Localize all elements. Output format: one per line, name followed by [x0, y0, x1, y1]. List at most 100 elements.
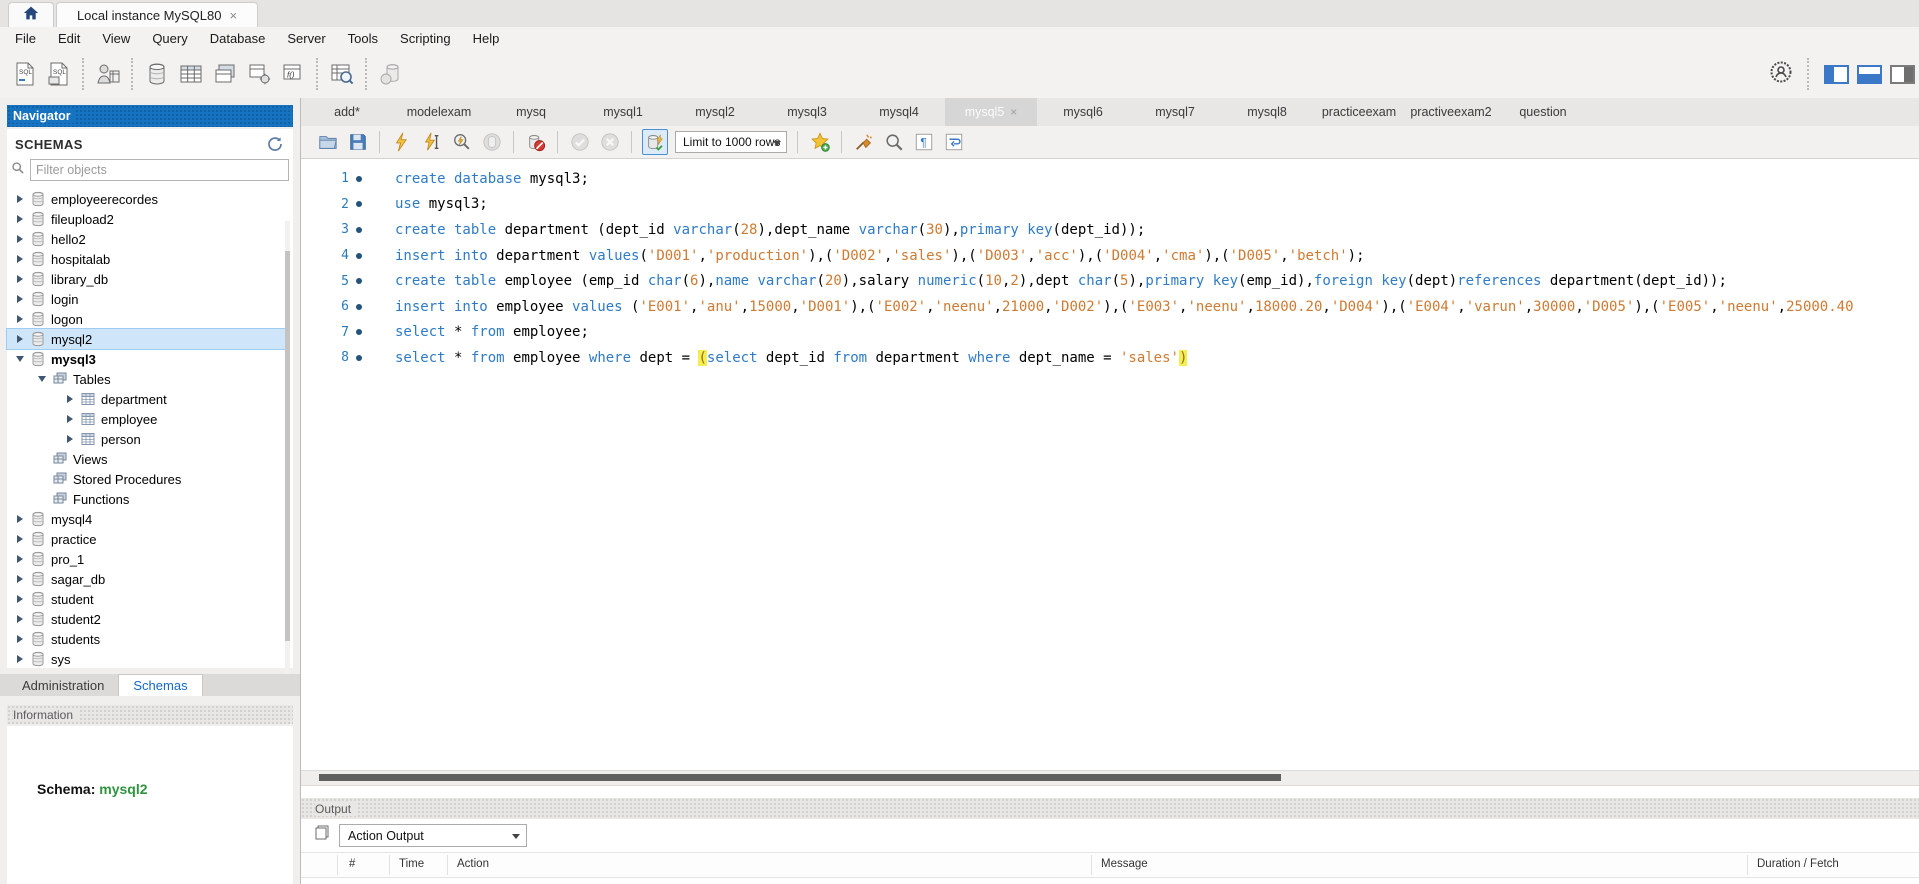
menu-query[interactable]: Query [141, 29, 198, 48]
beautify-icon[interactable] [852, 130, 876, 154]
query-tab-question[interactable]: question [1497, 98, 1589, 126]
sql-line-7[interactable]: 7 select * from employee; [301, 320, 1919, 346]
expand-arrow-icon[interactable] [15, 595, 25, 603]
open-sql-script-icon[interactable]: SQL [44, 59, 74, 89]
sidebar-item-person[interactable]: person [7, 429, 285, 449]
menu-view[interactable]: View [91, 29, 141, 48]
query-tab-modelexam[interactable]: modelexam [393, 98, 485, 126]
execute-current-icon[interactable] [420, 130, 444, 154]
expand-arrow-icon[interactable] [15, 555, 25, 563]
create-function-icon[interactable]: f() [278, 59, 308, 89]
toggle-invisible-chars-icon[interactable]: ¶ [912, 130, 936, 154]
expand-arrow-icon[interactable] [15, 615, 25, 623]
expand-arrow-icon[interactable] [15, 195, 25, 203]
collapse-arrow-icon[interactable] [15, 356, 25, 362]
create-table-icon[interactable] [176, 59, 206, 89]
filter-objects-input[interactable] [30, 159, 289, 181]
find-icon[interactable] [882, 130, 906, 154]
query-tab-mysql1[interactable]: mysql1 [577, 98, 669, 126]
toggle-autocommit-icon[interactable] [642, 129, 668, 155]
toggle-wrap-icon[interactable] [942, 130, 966, 154]
expand-arrow-icon[interactable] [15, 295, 25, 303]
expand-arrow-icon[interactable] [15, 535, 25, 543]
expand-arrow-icon[interactable] [15, 655, 25, 663]
connection-inspector-icon[interactable] [93, 59, 123, 89]
sidebar-item-views[interactable]: Views [7, 449, 285, 469]
sidebar-item-mysql3[interactable]: mysql3 [7, 349, 285, 369]
reconnect-server-icon[interactable] [376, 59, 406, 89]
toggle-stop-on-error-icon[interactable] [524, 130, 548, 154]
menu-tools[interactable]: Tools [337, 29, 389, 48]
sidebar-tab-administration[interactable]: Administration [8, 675, 118, 696]
query-tab-mysql8[interactable]: mysql8 [1221, 98, 1313, 126]
sidebar-item-mysql2[interactable]: mysql2 [6, 328, 286, 350]
new-sql-tab-icon[interactable]: SQL [10, 59, 40, 89]
expand-arrow-icon[interactable] [65, 395, 75, 403]
explain-icon[interactable] [450, 130, 474, 154]
sidebar-item-login[interactable]: login [7, 289, 285, 309]
stop-icon[interactable] [480, 130, 504, 154]
sql-line-2[interactable]: 2 use mysql3; [301, 192, 1919, 218]
menu-edit[interactable]: Edit [47, 29, 91, 48]
expand-arrow-icon[interactable] [15, 635, 25, 643]
sql-line-8[interactable]: 8 select * from employee where dept = (se… [301, 345, 1919, 371]
open-script-icon[interactable] [316, 130, 340, 154]
sidebar-item-student[interactable]: student [7, 589, 285, 609]
query-tab-mysql5[interactable]: mysql5 × [945, 98, 1037, 126]
toggle-bottom-panel-icon[interactable] [1857, 64, 1882, 84]
search-data-icon[interactable] [327, 59, 357, 89]
save-script-icon[interactable] [346, 130, 370, 154]
output-view-dropdown[interactable]: Action Output [339, 824, 527, 847]
sidebar-item-sagar-db[interactable]: sagar_db [7, 569, 285, 589]
sidebar-item-pro-1[interactable]: pro_1 [7, 549, 285, 569]
sidebar-item-department[interactable]: department [7, 389, 285, 409]
commit-icon[interactable] [568, 130, 592, 154]
expand-arrow-icon[interactable] [15, 315, 25, 323]
limit-rows-dropdown[interactable]: Limit to 1000 rows [675, 131, 787, 153]
sidebar-item-student2[interactable]: student2 [7, 609, 285, 629]
expand-arrow-icon[interactable] [15, 255, 25, 263]
query-tab-mysql4[interactable]: mysql4 [853, 98, 945, 126]
expand-arrow-icon[interactable] [65, 435, 75, 443]
create-schema-icon[interactable] [142, 59, 172, 89]
toggle-left-panel-icon[interactable] [1824, 64, 1849, 84]
sql-line-1[interactable]: 1 create database mysql3; [301, 166, 1919, 192]
rollback-icon[interactable] [598, 130, 622, 154]
sidebar-item-library-db[interactable]: library_db [7, 269, 285, 289]
query-tab-practiceexam[interactable]: practiceexam [1313, 98, 1405, 126]
sidebar-item-practice[interactable]: practice [7, 529, 285, 549]
toggle-right-panel-icon[interactable] [1890, 64, 1915, 84]
connection-tab-close-icon[interactable]: × [229, 8, 237, 23]
query-tab-mysql6[interactable]: mysql6 [1037, 98, 1129, 126]
expand-arrow-icon[interactable] [15, 275, 25, 283]
expand-arrow-icon[interactable] [15, 235, 25, 243]
connection-tab[interactable]: Local instance MySQL80 × [56, 2, 258, 28]
query-tab-mysq[interactable]: mysq [485, 98, 577, 126]
sidebar-item-students[interactable]: students [7, 629, 285, 649]
sidebar-item-logon[interactable]: logon [7, 309, 285, 329]
create-procedure-icon[interactable] [244, 59, 274, 89]
refresh-schemas-icon[interactable] [267, 136, 283, 152]
collapse-arrow-icon[interactable] [37, 376, 47, 382]
query-tab-practiveexam2[interactable]: practiveexam2 [1405, 98, 1497, 126]
sql-line-5[interactable]: 5 create table employee (emp_id char(6),n… [301, 268, 1919, 294]
sidebar-item-tables[interactable]: Tables [7, 369, 285, 389]
sql-line-3[interactable]: 3 create table department (dept_id varcha… [301, 217, 1919, 243]
sidebar-item-employee[interactable]: employee [7, 409, 285, 429]
query-tab-add[interactable]: add* [301, 98, 393, 126]
menu-server[interactable]: Server [276, 29, 336, 48]
editor-horizontal-scrollbar[interactable] [301, 770, 1919, 786]
create-view-icon[interactable] [210, 59, 240, 89]
query-tab-mysql3[interactable]: mysql3 [761, 98, 853, 126]
expand-arrow-icon[interactable] [65, 415, 75, 423]
sql-line-6[interactable]: 6 insert into employee values ('E001','an… [301, 294, 1919, 320]
sidebar-item-stored-procedures[interactable]: Stored Procedures [7, 469, 285, 489]
expand-arrow-icon[interactable] [15, 575, 25, 583]
query-tab-close-icon[interactable]: × [1010, 105, 1017, 119]
menu-database[interactable]: Database [199, 29, 277, 48]
expand-arrow-icon[interactable] [15, 515, 25, 523]
menu-scripting[interactable]: Scripting [389, 29, 462, 48]
home-tab[interactable] [8, 2, 54, 28]
sidebar-item-fileupload2[interactable]: fileupload2 [7, 209, 285, 229]
menu-file[interactable]: File [4, 29, 47, 48]
